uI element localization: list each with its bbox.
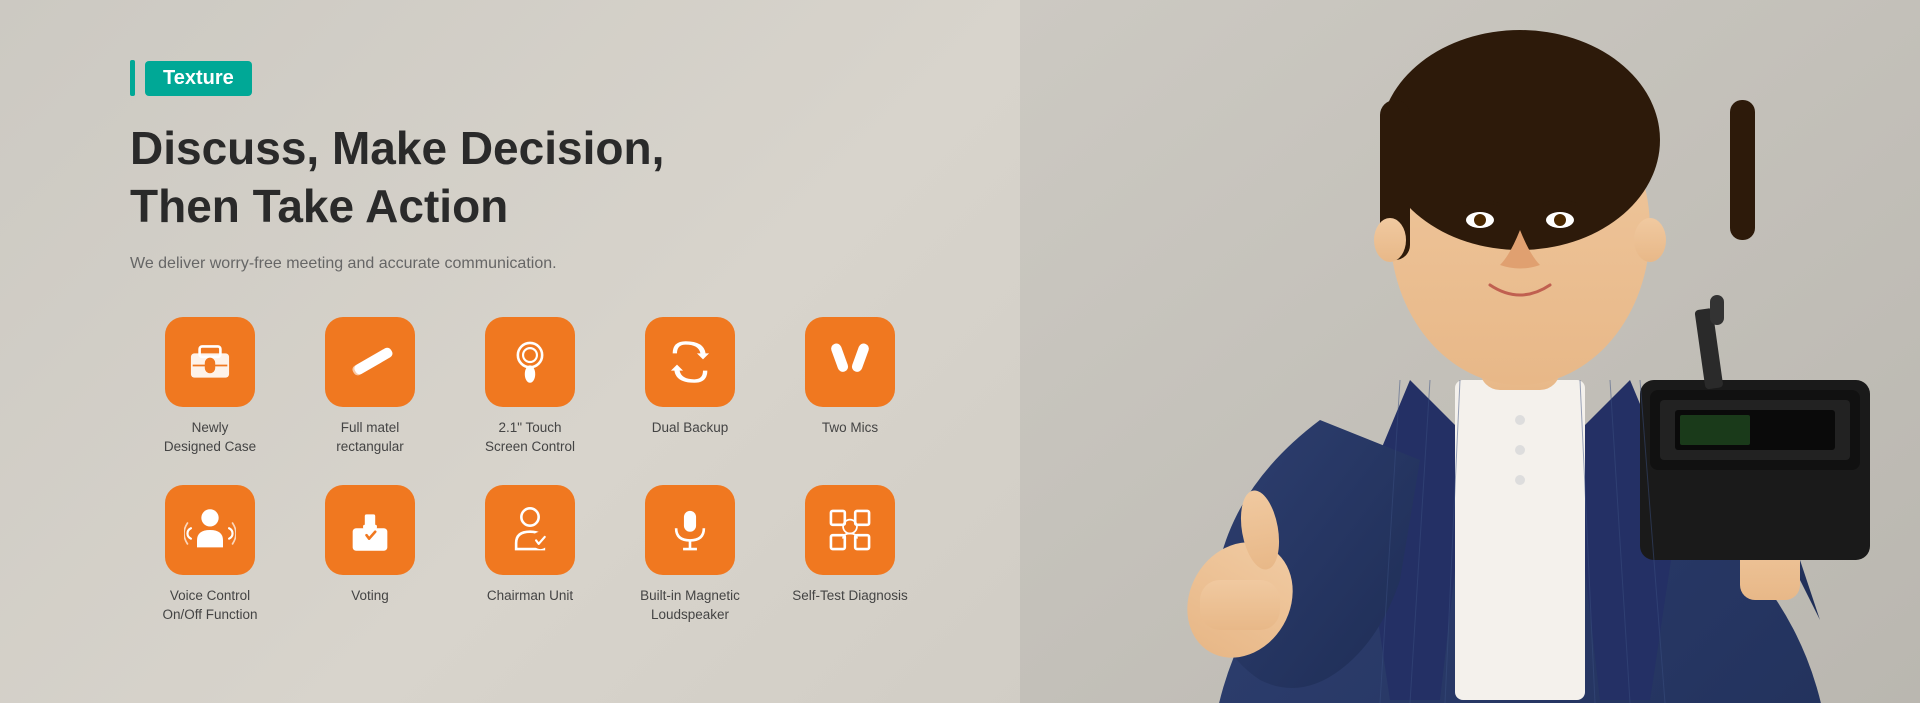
feature-label-loudspeaker: Built-in MagneticLoudspeaker — [640, 587, 740, 625]
main-heading: Discuss, Make Decision, Then Take Action — [130, 120, 980, 235]
case-icon — [184, 336, 236, 388]
feature-item-touch-screen: 2.1" TouchScreen Control — [450, 317, 610, 457]
voting-icon — [344, 504, 396, 556]
feature-item-full-matel-rectangular: Full matelrectangular — [290, 317, 450, 457]
feature-label-voting: Voting — [351, 587, 389, 606]
feature-label-dual-backup: Dual Backup — [652, 419, 729, 438]
newly-designed-case-icon-box — [165, 317, 255, 407]
dual-backup-icon-box — [645, 317, 735, 407]
feature-label-touch-screen: 2.1" TouchScreen Control — [485, 419, 575, 457]
voice-control-icon-box — [165, 485, 255, 575]
person-image-area — [1020, 0, 1920, 703]
feature-item-voice-control: Voice ControlOn/Off Function — [130, 485, 290, 625]
texture-badge: Texture — [130, 60, 980, 96]
feature-item-loudspeaker: Built-in MagneticLoudspeaker — [610, 485, 770, 625]
content-area: Texture Discuss, Make Decision, Then Tak… — [0, 0, 1020, 703]
two-mics-icon-box — [805, 317, 895, 407]
rectangular-icon — [344, 336, 396, 388]
touch-screen-icon-box — [485, 317, 575, 407]
feature-label-full-matel: Full matelrectangular — [336, 419, 404, 457]
feature-item-chairman-unit: Chairman Unit — [450, 485, 610, 625]
feature-item-newly-designed-case: NewlyDesigned Case — [130, 317, 290, 457]
self-test-icon-box — [805, 485, 895, 575]
feature-label-chairman-unit: Chairman Unit — [487, 587, 573, 606]
backup-icon — [664, 336, 716, 388]
feature-label-voice-control: Voice ControlOn/Off Function — [162, 587, 257, 625]
chairman-unit-icon-box — [485, 485, 575, 575]
page-wrapper: Texture Discuss, Make Decision, Then Tak… — [0, 0, 1920, 703]
feature-item-dual-backup: Dual Backup — [610, 317, 770, 457]
loudspeaker-icon-box — [645, 485, 735, 575]
heading-line2: Then Take Action — [130, 178, 980, 236]
full-matel-icon-box — [325, 317, 415, 407]
feature-item-self-test: Self-Test Diagnosis — [770, 485, 930, 625]
selftest-icon — [824, 504, 876, 556]
sub-text: We deliver worry-free meeting and accura… — [130, 255, 980, 273]
mics-icon — [824, 336, 876, 388]
speaker-icon — [664, 504, 716, 556]
touch-icon — [504, 336, 556, 388]
feature-label-self-test: Self-Test Diagnosis — [792, 587, 908, 606]
chairman-icon — [504, 504, 556, 556]
feature-label-two-mics: Two Mics — [822, 419, 878, 438]
feature-label-newly-designed-case: NewlyDesigned Case — [164, 419, 256, 457]
texture-label: Texture — [145, 61, 252, 96]
features-grid: NewlyDesigned Case Full matelrectangular — [130, 317, 980, 625]
feature-item-two-mics: Two Mics — [770, 317, 930, 457]
voice-icon — [184, 504, 236, 556]
voting-icon-box — [325, 485, 415, 575]
feature-item-voting: Voting — [290, 485, 450, 625]
texture-bar — [130, 60, 135, 96]
heading-line1: Discuss, Make Decision, — [130, 120, 980, 178]
